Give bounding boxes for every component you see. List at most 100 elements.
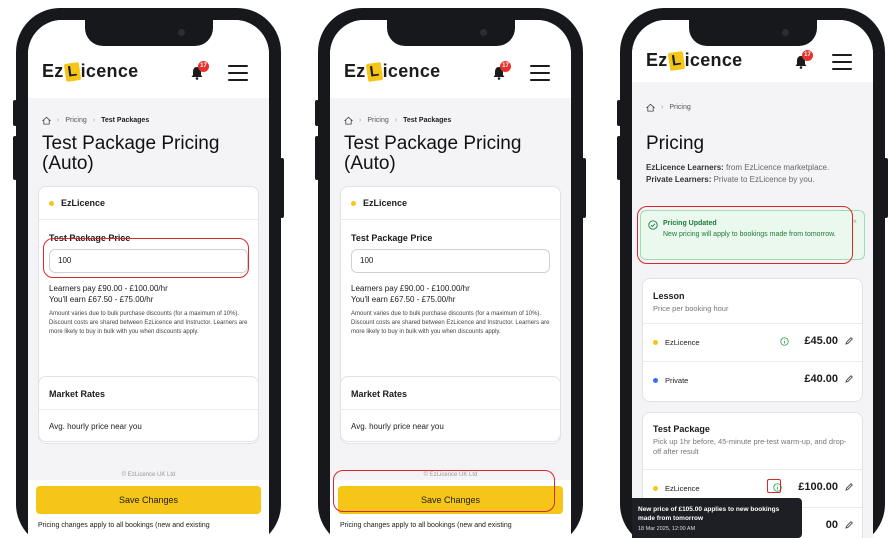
tooltip-date: 18 Mar 2025, 12:00 AM [638, 526, 696, 532]
phone-2-screen: Ez Licence 17 › Pricing › Test Packages T… [330, 20, 571, 538]
highlight-info-icon [767, 479, 781, 493]
test-package-subtitle: Pick up 1hr before, 45-minute pre-test w… [653, 437, 847, 456]
phone-1-side-button [13, 100, 17, 126]
provider-dot [49, 200, 54, 206]
highlight-price-input [43, 238, 249, 278]
home-icon[interactable] [646, 103, 655, 112]
private-desc: Private to EzLicence by you. [711, 175, 815, 184]
phone-2-side-button [582, 158, 586, 218]
ezlicence-logo[interactable]: Ez Licence [42, 61, 138, 82]
you-earn-text: You'll earn £67.50 - £75.00/hr [351, 295, 456, 304]
ezlicence-logo[interactable]: Ez Licence [344, 61, 440, 82]
provider-dot [653, 378, 658, 383]
phone-2-side-button [315, 136, 319, 180]
info-icon[interactable] [780, 337, 789, 346]
chevron-right-icon: › [92, 117, 96, 124]
market-rates-title: Market Rates [341, 377, 560, 410]
phone-1-side-button [13, 136, 17, 180]
mockup-stage: Ez Licence 17 › Pricing › Test Packages T… [0, 0, 892, 538]
learners-pay-text: Learners pay £90.00 - £100.00/hr [351, 284, 470, 293]
phone-1-screen: Ez Licence 17 › Pricing › Test Packages T… [28, 20, 269, 538]
breadcrumb-test-packages: Test Packages [403, 117, 452, 124]
learners-desc: from EzLicence marketplace. [723, 163, 830, 172]
chevron-right-icon: › [394, 117, 398, 124]
lesson-private-price: £40.00 [804, 373, 838, 385]
phone-notch [84, 20, 213, 46]
pricing-description: EzLicence Learners: from EzLicence marke… [646, 162, 865, 186]
provider-dot [351, 200, 356, 206]
page-title: Test Package Pricing (Auto) [42, 133, 220, 174]
provider-dot [653, 486, 658, 491]
highlight-save-button [333, 470, 555, 512]
page-title: Test Package Pricing (Auto) [344, 133, 522, 174]
phone-3-side-button [617, 136, 621, 180]
copyright-footer: © EzLicence UK Ltd [121, 472, 176, 478]
market-rates-title: Market Rates [39, 377, 258, 410]
save-note: Pricing changes apply to all bookings (n… [38, 522, 210, 529]
save-bar: Save Changes Pricing changes apply to al… [28, 480, 269, 538]
phone-notch [688, 20, 817, 46]
lesson-card: Lesson Price per booking hour EzLicence … [642, 278, 863, 402]
provider-header: EzLicence [39, 187, 258, 220]
lesson-ezlicence-price: £45.00 [804, 335, 838, 347]
phone-3: Ez Licence 17 › Pricing Pricing EzLicence… [617, 8, 888, 538]
phone-1: Ez Licence 17 › Pricing › Test Packages T… [13, 8, 284, 538]
private-label: Private Learners: [646, 175, 712, 184]
phone-1-side-button [280, 158, 284, 218]
tooltip-message: New price of £105.00 applies to new book… [638, 506, 780, 522]
price-tooltip: New price of £105.00 applies to new book… [632, 498, 802, 538]
market-rates-card: Market Rates Avg. hourly price near you [340, 376, 561, 442]
highlight-alert [637, 206, 853, 264]
discount-note: Amount varies due to bulk purchase disco… [351, 311, 550, 335]
provider-header: EzLicence [341, 187, 560, 220]
phone-3-side-button [617, 100, 621, 126]
chevron-right-icon: › [57, 117, 60, 124]
lesson-subtitle: Price per booking hour [653, 304, 729, 313]
hamburger-menu-icon[interactable] [832, 54, 852, 70]
chevron-right-icon: › [661, 104, 664, 111]
notification-badge: 17 [802, 50, 813, 61]
page-title: Pricing [646, 133, 705, 154]
chevron-right-icon: › [359, 117, 362, 124]
hamburger-menu-icon[interactable] [228, 65, 248, 81]
home-icon[interactable] [42, 116, 51, 125]
avg-price-row: Avg. hourly price near you [49, 422, 142, 431]
pencil-icon[interactable] [844, 336, 854, 346]
you-earn-text: You'll earn £67.50 - £75.00/hr [49, 295, 154, 304]
price-input[interactable]: 100 [351, 249, 550, 273]
phone-3-side-button [884, 158, 888, 218]
lesson-row-ezlicence: EzLicence £45.00 [643, 323, 862, 359]
phone-3-screen: Ez Licence 17 › Pricing Pricing EzLicence… [632, 20, 873, 538]
lesson-row-private: Private £40.00 [643, 361, 862, 397]
close-icon[interactable]: × [852, 217, 857, 226]
lesson-title: Lesson [653, 291, 685, 301]
test-private-price: 00 [825, 519, 838, 531]
provider-dot [653, 340, 658, 345]
discount-note: Amount varies due to bulk purchase disco… [49, 311, 248, 335]
learners-pay-text: Learners pay £90.00 - £100.00/hr [49, 284, 168, 293]
breadcrumb: › Pricing › Test Packages [42, 116, 149, 125]
pencil-icon[interactable] [844, 520, 854, 530]
breadcrumb-pricing: Pricing [669, 104, 691, 111]
pencil-icon[interactable] [844, 482, 854, 492]
notification-badge: 17 [198, 61, 209, 72]
ezlicence-logo[interactable]: Ez Licence [646, 50, 742, 71]
learners-label: EzLicence Learners: [646, 163, 724, 172]
test-ezlicence-price: £100.00 [798, 481, 838, 493]
breadcrumb-pricing[interactable]: Pricing [367, 117, 388, 124]
test-package-title: Test Package [653, 424, 710, 434]
hamburger-menu-icon[interactable] [530, 65, 550, 81]
breadcrumb: › Pricing [646, 103, 691, 112]
pencil-icon[interactable] [844, 374, 854, 384]
home-icon[interactable] [344, 116, 353, 125]
avg-price-row: Avg. hourly price near you [351, 422, 444, 431]
phone-2: Ez Licence 17 › Pricing › Test Packages T… [315, 8, 586, 538]
phone-2-side-button [315, 100, 319, 126]
breadcrumb-pricing[interactable]: Pricing [65, 117, 86, 124]
breadcrumb-test-packages: Test Packages [101, 117, 150, 124]
market-rates-card: Market Rates Avg. hourly price near you [38, 376, 259, 442]
breadcrumb: › Pricing › Test Packages [344, 116, 451, 125]
save-changes-button[interactable]: Save Changes [36, 486, 261, 514]
price-label: Test Package Price [351, 233, 433, 243]
phone-notch [386, 20, 515, 46]
